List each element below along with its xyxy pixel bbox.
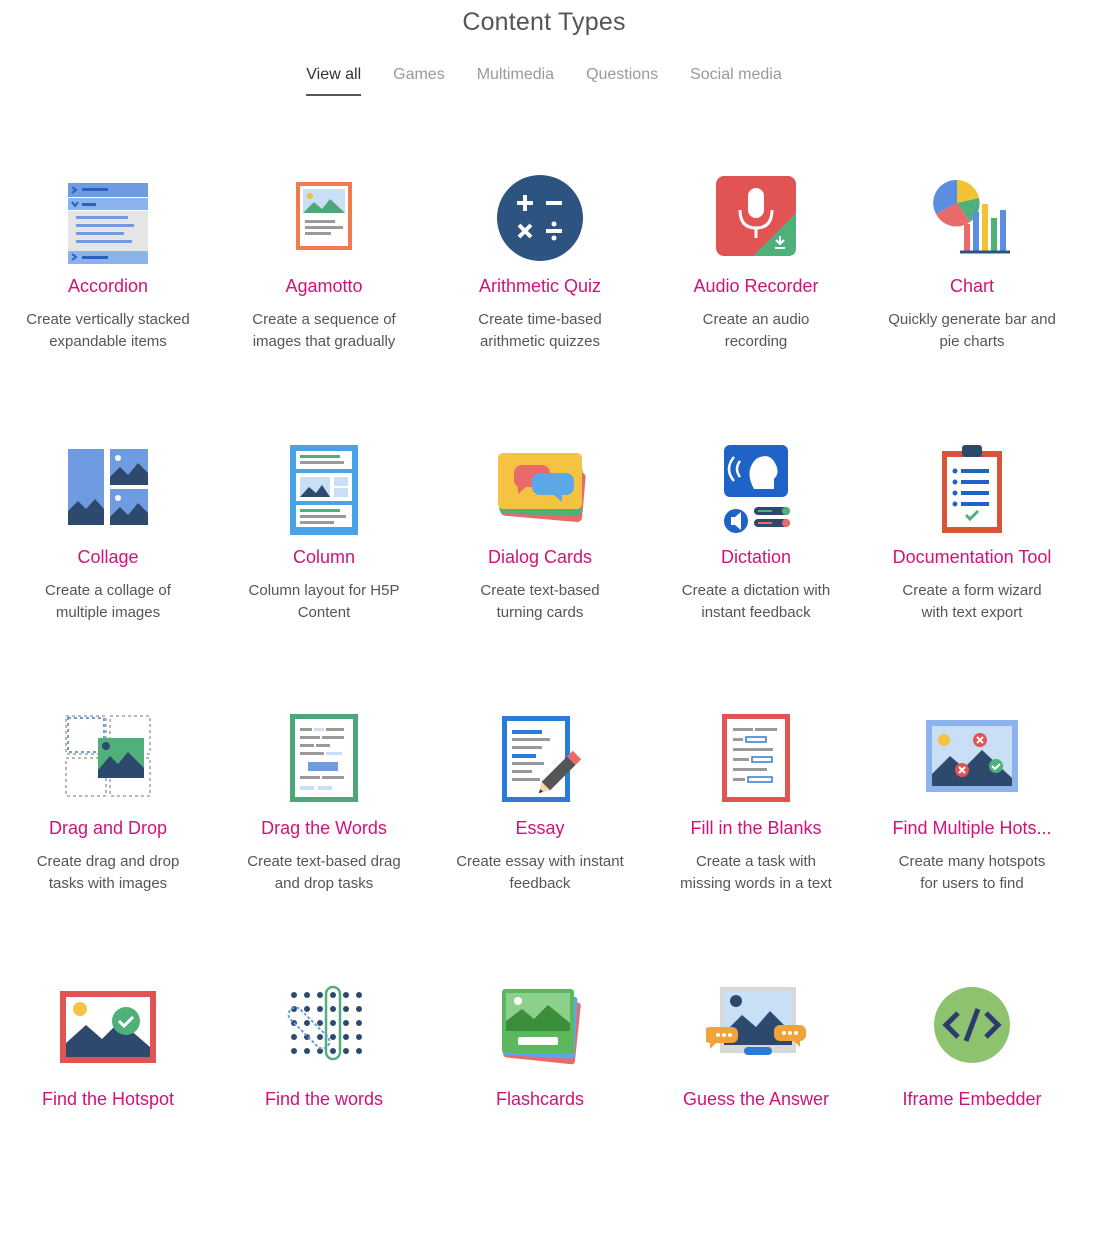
accordion-icon (58, 168, 158, 268)
column-icon (274, 439, 374, 539)
card-title: Iframe Embedder (902, 1089, 1042, 1109)
card-title: Find Multiple Hots... (892, 818, 1052, 838)
flashcards-icon (490, 981, 590, 1081)
tab-view-all[interactable]: View all (306, 64, 361, 96)
audio-recorder-icon (706, 168, 806, 268)
dictation-icon (706, 439, 806, 539)
card-description: Column layout for H5P Content (248, 582, 400, 621)
card-description: Create an audio recording (702, 311, 810, 350)
card-title: Drag the Words (261, 818, 387, 838)
card-title: Fill in the Blanks (690, 818, 822, 838)
card-title: Documentation Tool (892, 547, 1052, 567)
category-tabs: View all Games Multimedia Questions Soci… (0, 64, 1088, 96)
card-title: Essay (515, 818, 565, 838)
tab-social-media[interactable]: Social media (690, 64, 782, 96)
card-description: Create a form wizard with text export (902, 582, 1042, 621)
drag-and-drop-icon (58, 710, 158, 810)
content-type-card[interactable]: Documentation Tool Create a form wizard … (864, 431, 1080, 702)
content-type-card[interactable]: Iframe Embedder (864, 973, 1080, 1244)
card-description: Create a dictation with instant feedback (681, 582, 831, 621)
card-title: Flashcards (495, 1089, 585, 1109)
arithmetic-quiz-icon (490, 168, 590, 268)
content-type-card[interactable]: Dialog Cards Create text-based turning c… (432, 431, 648, 702)
collage-icon (58, 439, 158, 539)
card-description: Create vertically stacked expandable ite… (26, 311, 190, 350)
card-description: Create time-based arithmetic quizzes (478, 311, 602, 350)
content-type-card[interactable]: Collage Create a collage of multiple ima… (0, 431, 216, 702)
tab-multimedia[interactable]: Multimedia (477, 64, 554, 96)
card-description: Create essay with instant feedback (456, 853, 624, 892)
card-title: Audio Recorder (693, 276, 819, 296)
card-title: Dialog Cards (487, 547, 593, 567)
content-type-card[interactable]: Chart Quickly generate bar and pie chart… (864, 160, 1080, 431)
essay-icon (490, 710, 590, 810)
card-description: Quickly generate bar and pie charts (888, 311, 1056, 350)
content-type-card[interactable]: Drag and Drop Create drag and drop tasks… (0, 702, 216, 973)
card-description: Create a collage of multiple images (45, 582, 171, 621)
card-title: Agamotto (285, 276, 363, 296)
dialog-cards-icon (490, 439, 590, 539)
content-type-card[interactable]: Arithmetic Quiz Create time-based arithm… (432, 160, 648, 431)
card-description: Create drag and drop tasks with images (36, 853, 180, 892)
card-description: Create text-based turning cards (480, 582, 600, 621)
content-type-card[interactable]: Column Column layout for H5P Content (216, 431, 432, 702)
find-the-words-icon (274, 981, 374, 1081)
content-type-card[interactable]: Fill in the Blanks Create a task with mi… (648, 702, 864, 973)
tab-questions[interactable]: Questions (586, 64, 658, 96)
content-type-card[interactable]: Dictation Create a dictation with instan… (648, 431, 864, 702)
content-type-card[interactable]: Accordion Create vertically stacked expa… (0, 160, 216, 431)
content-type-card[interactable]: Audio Recorder Create an audio recording (648, 160, 864, 431)
card-title: Drag and Drop (48, 818, 168, 838)
drag-the-words-icon (274, 710, 374, 810)
chart-icon (922, 168, 1022, 268)
card-description: Create text-based drag and drop tasks (247, 853, 401, 892)
tab-games[interactable]: Games (393, 64, 445, 96)
agamotto-icon (274, 168, 374, 268)
card-title: Chart (949, 276, 994, 296)
content-type-card[interactable]: Essay Create essay with instant feedback (432, 702, 648, 973)
fill-in-the-blanks-icon (706, 710, 806, 810)
card-title: Dictation (720, 547, 792, 567)
content-type-card[interactable]: Drag the Words Create text-based drag an… (216, 702, 432, 973)
documentation-tool-icon (922, 439, 1022, 539)
find-multiple-hotspots-icon (922, 710, 1022, 810)
content-type-card[interactable]: Find the Hotspot (0, 973, 216, 1244)
content-type-grid: Accordion Create vertically stacked expa… (0, 160, 1080, 1244)
iframe-embedder-icon (922, 981, 1022, 1081)
content-type-card[interactable]: Agamotto Create a sequence of images tha… (216, 160, 432, 431)
card-description: Create a sequence of images that gradual… (252, 311, 396, 350)
card-description: Create a task with missing words in a te… (680, 853, 832, 892)
content-type-card[interactable]: Find Multiple Hots... Create many hotspo… (864, 702, 1080, 973)
card-description: Create many hotspots for users to find (898, 853, 1046, 892)
card-title: Accordion (67, 276, 149, 296)
content-type-card[interactable]: Flashcards (432, 973, 648, 1244)
card-title: Find the words (264, 1089, 384, 1109)
card-title: Find the Hotspot (41, 1089, 175, 1109)
card-title: Collage (77, 547, 139, 567)
content-type-card[interactable]: Guess the Answer (648, 973, 864, 1244)
content-type-card[interactable]: Find the words (216, 973, 432, 1244)
guess-the-answer-icon (706, 981, 806, 1081)
find-the-hotspot-icon (58, 981, 158, 1081)
card-title: Arithmetic Quiz (478, 276, 602, 296)
card-title: Column (292, 547, 356, 567)
page-title: Content Types (462, 8, 626, 36)
card-title: Guess the Answer (682, 1089, 830, 1109)
